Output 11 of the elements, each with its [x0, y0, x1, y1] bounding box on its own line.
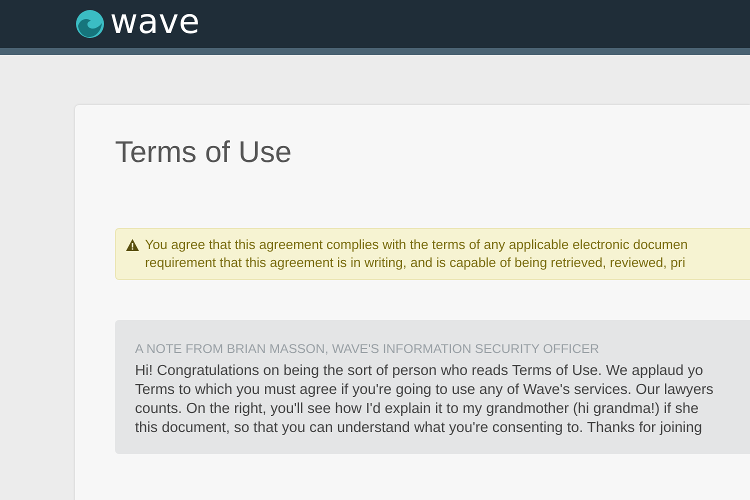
alert-text: You agree that this agreement complies with the terms of any applicable electronic documen [145, 236, 688, 254]
note-text: Hi! Congratulations on being the sort of person who reads Terms of Use. We applaud yo [135, 362, 704, 381]
logo-text[interactable]: wave [110, 5, 200, 39]
alert-text: requirement that this agreement is in writing, and is capable of being retrieved, reviewed, pri [145, 254, 686, 272]
note-text: Terms to which you must agree if you're going to use any of Wave's services. Our lawyers [135, 381, 714, 400]
note-text: counts. On the right, you'll see how I'd explain it to my grandmother (hi grandma!) if she [135, 400, 700, 419]
note-heading: A NOTE FROM BRIAN MASSON, WAVE'S INFORMATION SECURITY OFFICER [135, 341, 600, 356]
logo-icon [76, 10, 104, 38]
page-title: Terms of Use [115, 135, 293, 171]
warning-icon [126, 239, 139, 251]
note-text: this document, so that you can understand what you're consenting to. Thanks for joining [135, 419, 704, 438]
